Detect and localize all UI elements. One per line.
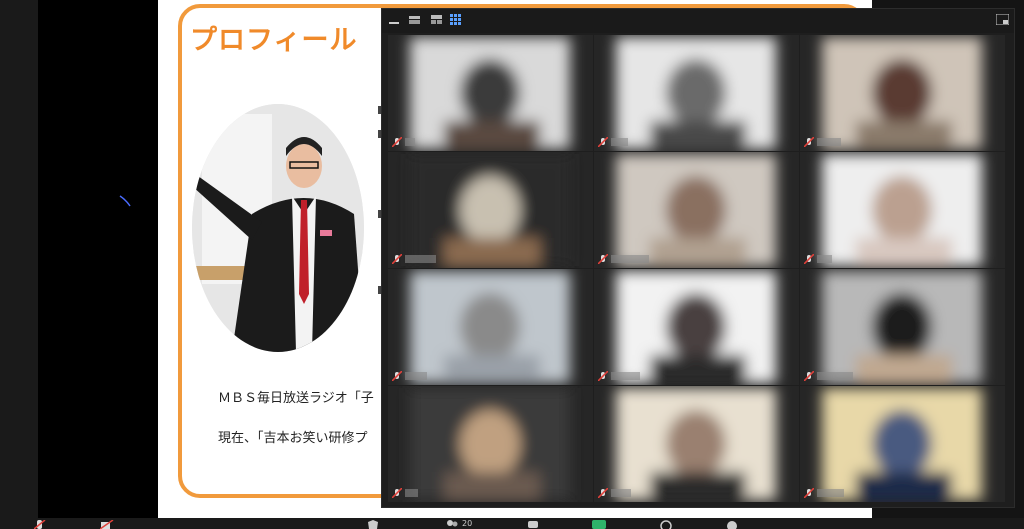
- participant-video-tile[interactable]: [594, 269, 799, 385]
- participant-video-tile[interactable]: [594, 386, 799, 502]
- participant-video: [800, 386, 1005, 502]
- gallery-toolbar: [382, 9, 1014, 33]
- share-screen-icon[interactable]: [592, 520, 606, 529]
- mic-muted-icon: [598, 488, 608, 498]
- participant-video-tile[interactable]: [388, 152, 593, 268]
- participant-video: [388, 269, 593, 385]
- slide-title: プロフィール: [190, 25, 358, 56]
- participant-name-label: [817, 489, 844, 497]
- mic-muted-icon: [804, 137, 814, 147]
- gallery-view-window[interactable]: [381, 8, 1015, 508]
- participants-count: 20: [462, 519, 473, 528]
- participant-video: [594, 269, 799, 385]
- mic-muted-icon: [392, 137, 402, 147]
- participant-video-tile[interactable]: [594, 35, 799, 151]
- participant-video-tile[interactable]: [388, 35, 593, 151]
- mic-muted-icon: [598, 137, 608, 147]
- slide-text-line-1: ＭＢＳ毎日放送ラジオ「子: [218, 391, 374, 406]
- strip-view-icon[interactable]: [430, 14, 443, 25]
- participant-name-label: [405, 255, 436, 263]
- record-icon[interactable]: [660, 520, 672, 529]
- participant-video-tile[interactable]: [800, 269, 1005, 385]
- participant-name-label: [405, 138, 415, 146]
- mic-muted-icon: [804, 371, 814, 381]
- slide-text-line-2: 現在、「吉本お笑い研修プ: [218, 431, 368, 446]
- shared-screen-margin: [38, 0, 158, 518]
- participant-name-label: [611, 255, 649, 263]
- participant-name-label: [817, 372, 853, 380]
- mic-muted-icon: [804, 254, 814, 264]
- participant-video: [388, 386, 593, 502]
- profile-photo-image: [192, 104, 364, 352]
- participant-video-tile[interactable]: [594, 152, 799, 268]
- mic-muted-icon[interactable]: [34, 520, 46, 529]
- meeting-controls-bar: [0, 518, 1024, 529]
- security-icon[interactable]: [368, 520, 378, 529]
- participant-video-tile[interactable]: [800, 152, 1005, 268]
- participant-video: [594, 386, 799, 502]
- speaker-view-icon[interactable]: [408, 14, 421, 25]
- participant-name-label: [611, 489, 631, 497]
- mic-muted-icon: [392, 371, 402, 381]
- cursor-mark: [119, 195, 131, 207]
- exit-fullscreen-icon[interactable]: [996, 14, 1009, 25]
- participant-video: [388, 152, 593, 268]
- video-off-icon[interactable]: [100, 520, 114, 529]
- mic-muted-icon: [598, 371, 608, 381]
- participant-video: [800, 35, 1005, 151]
- participant-video: [594, 152, 799, 268]
- participants-icon[interactable]: [446, 520, 458, 529]
- gallery-view-icon[interactable]: [450, 14, 463, 25]
- left-strip: [0, 0, 38, 518]
- participant-video: [800, 152, 1005, 268]
- profile-photo: [192, 104, 364, 352]
- participant-video-tile[interactable]: [800, 386, 1005, 502]
- chat-icon[interactable]: [528, 520, 538, 529]
- participant-video-tile[interactable]: [800, 35, 1005, 151]
- participant-video-tile[interactable]: [388, 269, 593, 385]
- participant-name-label: [405, 372, 427, 380]
- participant-name-label: [817, 138, 841, 146]
- participant-name-label: [611, 138, 628, 146]
- mic-muted-icon: [392, 254, 402, 264]
- mic-muted-icon: [804, 488, 814, 498]
- minimize-icon[interactable]: [388, 14, 401, 25]
- mic-muted-icon: [392, 488, 402, 498]
- mic-muted-icon: [598, 254, 608, 264]
- participant-name-label: [405, 489, 418, 497]
- participant-name-label: [817, 255, 832, 263]
- participant-video-tile[interactable]: [388, 386, 593, 502]
- participant-video: [594, 35, 799, 151]
- participant-video: [800, 269, 1005, 385]
- participant-video: [388, 35, 593, 151]
- reactions-icon[interactable]: [726, 520, 738, 529]
- participant-name-label: [611, 372, 640, 380]
